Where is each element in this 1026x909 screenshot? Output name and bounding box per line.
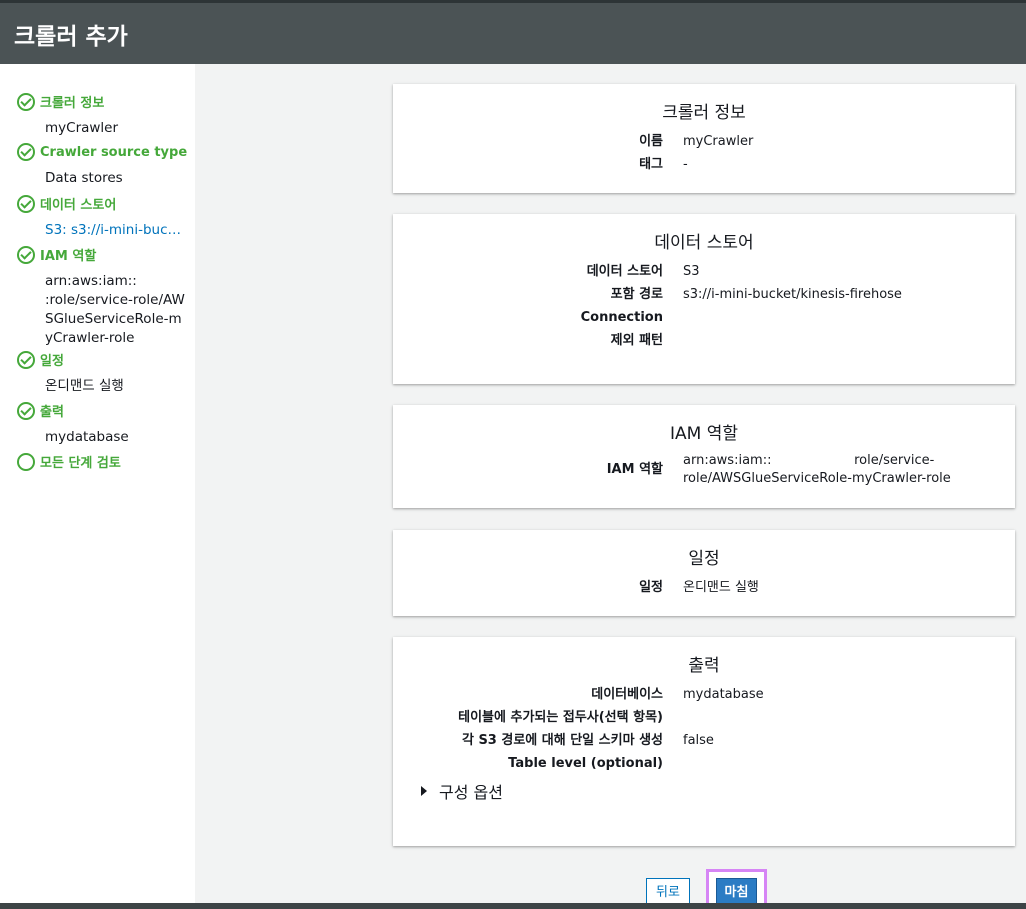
kv-list: 일정 온디맨드 실행 xyxy=(393,576,1015,599)
kv-value: s3://i-mini-bucket/kinesis-firehose xyxy=(683,287,902,302)
config-options-expander[interactable]: 구성 옵션 xyxy=(421,779,503,803)
wizard-sidebar: 크롤러 정보 myCrawler Crawler source type Dat… xyxy=(0,64,195,909)
kv-key: IAM 역할 xyxy=(606,462,663,477)
kv-value xyxy=(683,306,973,329)
kv-row: 데이터베이스 mydatabase xyxy=(393,683,1015,706)
kv-key: 일정 xyxy=(639,580,663,595)
circle-icon xyxy=(17,452,35,471)
card-crawler-info: 크롤러 정보 이름 myCrawler 태그 - xyxy=(393,84,1015,193)
kv-row: 포함 경로 s3://i-mini-bucket/kinesis-firehos… xyxy=(393,283,1015,306)
kv-key: 데이터 스토어 xyxy=(586,264,663,279)
kv-key: 데이터베이스 xyxy=(591,687,663,702)
card-title: IAM 역할 xyxy=(670,424,738,444)
sidebar-step-label: Crawler source type xyxy=(40,144,188,160)
kv-key: Table level (optional) xyxy=(508,756,663,771)
caret-right-icon xyxy=(421,786,427,796)
check-circle-icon xyxy=(17,401,35,420)
sidebar-step-link[interactable]: S3: s3://i-mini-bucket/kinesis-firehose xyxy=(45,221,187,240)
kv-value: arn:aws:iam:: role/service-role/AWSGlueS… xyxy=(683,452,973,488)
sidebar-step-label: 크롤러 정보 xyxy=(40,96,105,111)
page-header: 크롤러 추가 xyxy=(0,0,1026,64)
kv-row: 데이터 스토어 S3 xyxy=(393,260,1015,283)
sidebar-step-value: myCrawler xyxy=(45,120,119,136)
kv-value xyxy=(683,706,973,729)
kv-list: 데이터 스토어 S3 포함 경로 s3://i-mini-bucket/kine… xyxy=(393,260,1015,352)
card-title: 데이터 스토어 xyxy=(654,233,754,253)
sidebar-step-value: mydatabase xyxy=(45,429,129,445)
kv-key: 이름 xyxy=(639,134,663,149)
kv-value: S3 xyxy=(683,264,700,279)
check-circle-icon xyxy=(17,92,35,111)
sidebar-step-crawler-info[interactable]: 크롤러 정보 myCrawler xyxy=(0,92,195,138)
kv-key: 포함 경로 xyxy=(610,287,663,302)
kv-list: 데이터베이스 mydatabase 테이블에 추가되는 접두사(선택 항목) 각… xyxy=(393,683,1015,775)
sidebar-step-source-type[interactable]: Crawler source type Data stores xyxy=(0,143,195,188)
kv-value-line: role/AWSGlueServiceRole-myCrawler-role xyxy=(683,471,951,486)
finish-button[interactable]: 마침 xyxy=(716,878,757,906)
kv-row: 제외 패턴 xyxy=(393,329,1015,352)
kv-value: - xyxy=(683,157,688,172)
kv-row: IAM 역할 arn:aws:iam:: role/service-role/A… xyxy=(393,452,1015,488)
kv-row: 이름 myCrawler xyxy=(393,130,1015,153)
check-circle-icon xyxy=(17,143,35,161)
sidebar-step-review[interactable]: 모든 단계 검토 xyxy=(0,452,195,471)
kv-value: false xyxy=(683,733,714,748)
kv-key: 각 S3 경로에 대해 단일 스키마 생성 xyxy=(461,733,663,748)
kv-value: mydatabase xyxy=(683,687,764,702)
kv-value: 온디맨드 실행 xyxy=(683,580,759,595)
kv-list: IAM 역할 arn:aws:iam:: role/service-role/A… xyxy=(393,452,1015,488)
kv-value: myCrawler xyxy=(683,134,754,149)
kv-value xyxy=(683,329,973,352)
card-title: 일정 xyxy=(688,549,720,569)
kv-value-line: arn:aws:iam:: role/service- xyxy=(683,453,935,468)
sidebar-step-schedule[interactable]: 일정 온디맨드 실행 xyxy=(0,350,195,396)
sidebar-step-label: 일정 xyxy=(40,354,64,369)
card-title: 출력 xyxy=(688,656,720,676)
sidebar-step-label: 모든 단계 검토 xyxy=(40,456,121,471)
card-data-store: 데이터 스토어 데이터 스토어 S3 포함 경로 s3://i-mini-buc… xyxy=(393,214,1015,384)
page-title: 크롤러 추가 xyxy=(14,24,128,50)
sidebar-step-value: Data stores xyxy=(45,170,123,186)
sidebar-step-label: 데이터 스토어 xyxy=(40,198,117,213)
sidebar-step-label: 출력 xyxy=(40,405,64,420)
card-iam-role: IAM 역할 IAM 역할 arn:aws:iam:: role/service… xyxy=(393,405,1015,508)
kv-row: 태그 - xyxy=(393,153,1015,176)
kv-row: 일정 온디맨드 실행 xyxy=(393,576,1015,599)
kv-row: 테이블에 추가되는 접두사(선택 항목) xyxy=(393,706,1015,729)
kv-key: 테이블에 추가되는 접두사(선택 항목) xyxy=(458,710,663,725)
sidebar-step-value: 온디맨드 실행 xyxy=(45,378,124,394)
sidebar-step-data-store[interactable]: 데이터 스토어 S3: s3://i-mini-bucket/kinesis-f… xyxy=(0,194,195,240)
card-schedule: 일정 일정 온디맨드 실행 xyxy=(393,530,1015,616)
kv-value xyxy=(683,752,973,775)
sidebar-step-iam-role[interactable]: IAM 역할 arn:aws:iam:: :role/service-role/… xyxy=(0,245,195,348)
check-circle-icon xyxy=(17,350,35,369)
sidebar-step-output[interactable]: 출력 mydatabase xyxy=(0,401,195,447)
kv-key: 제외 패턴 xyxy=(610,333,663,348)
sidebar-step-label: IAM 역할 xyxy=(40,249,97,264)
card-title: 크롤러 정보 xyxy=(662,103,746,123)
sidebar-step-value: arn:aws:iam:: :role/service-role/AWSGlue… xyxy=(45,273,185,346)
bottom-bar xyxy=(0,903,1026,909)
kv-list: 이름 myCrawler 태그 - xyxy=(393,130,1015,176)
kv-row: Table level (optional) xyxy=(393,752,1015,775)
kv-row: 각 S3 경로에 대해 단일 스키마 생성 false xyxy=(393,729,1015,752)
kv-key: 태그 xyxy=(639,157,663,172)
card-output: 출력 데이터베이스 mydatabase 테이블에 추가되는 접두사(선택 항목… xyxy=(393,637,1015,846)
expander-label: 구성 옵션 xyxy=(439,783,503,802)
check-circle-icon xyxy=(17,194,35,213)
check-circle-icon xyxy=(17,245,35,264)
kv-row: Connection xyxy=(393,306,1015,329)
kv-key: Connection xyxy=(580,310,663,325)
